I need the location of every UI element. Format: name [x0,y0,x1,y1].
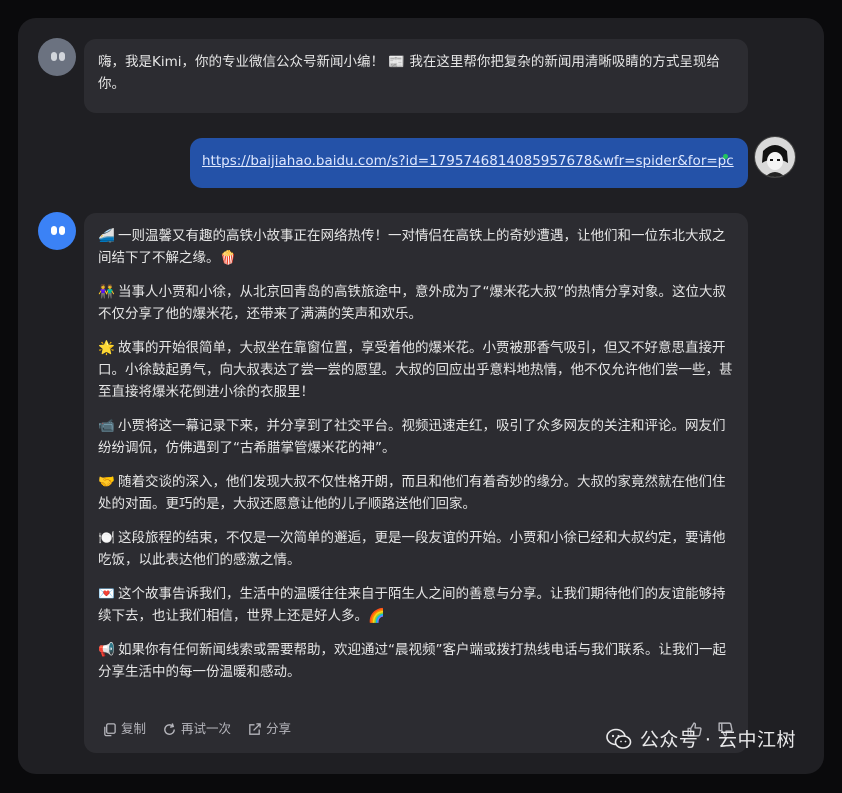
newspaper-icon: 📰 [388,54,406,70]
status-dot [723,154,728,159]
reply-paragraph: 🍽️ 这段旅程的结束，不仅是一次简单的邂逅，更是一段友谊的开始。小贾和小徐已经和大… [98,527,734,571]
reply-paragraph-text: 这个故事告诉我们，生活中的温暖往往来自于陌生人之间的善意与分享。让我们期待他们的… [98,586,726,624]
handshake-icon: 🤝 [98,474,115,490]
reply-paragraph: 💌 这个故事告诉我们，生活中的温暖往往来自于陌生人之间的善意与分享。让我们期待他们… [98,583,734,627]
share-button[interactable]: 分享 [247,718,291,740]
love-letter-icon: 💌 [98,586,115,602]
reply-paragraph-text: 如果你有任何新闻线索或需要帮助，欢迎通过“晨视频”客户端或拨打热线电话与我们联系… [98,642,726,680]
train-icon: 🚄 [98,228,115,244]
reply-paragraph-text: 当事人小贾和小徐，从北京回青岛的高铁旅途中，意外成为了“爆米花大叔”的热情分享对… [98,284,726,322]
reply-paragraph: 🚄 一则温馨又有趣的高铁小故事正在网络热传！一对情侣在高铁上的奇妙遭遇，让他们和一… [98,225,734,269]
video-camera-icon: 📹 [98,418,115,434]
reply-message: 🚄 一则温馨又有趣的高铁小故事正在网络热传！一对情侣在高铁上的奇妙遭遇，让他们和一… [84,213,748,753]
user-message-link[interactable]: https://baijiahao.baidu.com/s?id=1795746… [202,153,734,169]
user-avatar [754,136,796,178]
reply-paragraph: 📹 小贾将这一幕记录下来，并分享到了社交平台。视频迅速走红，吸引了众多网友的关注和… [98,415,734,459]
copy-button[interactable]: 复制 [102,718,146,740]
reply-paragraph: 🌟 故事的开始很简单，大叔坐在靠窗位置，享受着他的爆米花。小贾被那香气吸引，但又不… [98,337,734,403]
user-avatar-image [755,137,795,177]
megaphone-icon: 📢 [98,642,115,658]
retry-label: 再试一次 [181,721,232,736]
reply-paragraph: 📢 如果你有任何新闻线索或需要帮助，欢迎通过“晨视频”客户端或拨打热线电话与我们联… [98,639,734,683]
reply-paragraph-text: 一则温馨又有趣的高铁小故事正在网络热传！一对情侣在高铁上的奇妙遭遇，让他们和一位… [98,228,726,266]
refresh-icon [164,722,175,735]
wechat-icon [606,728,632,749]
kimi-avatar [38,38,76,76]
chat-window: 嗨，我是Kimi，你的专业微信公众号新闻小编！ 📰 我在这里帮你把复杂的新闻用清… [18,18,824,774]
kimi-avatar-active [38,212,76,250]
share-icon [249,722,261,735]
watermark-text: 公众号 · 云中江树 [639,729,796,751]
plate-icon: 🍽️ [98,530,115,546]
reply-paragraph-text: 随着交谈的深入，他们发现大叔不仅性格开朗，而且和他们有着奇妙的缘分。大叔的家竟然… [98,474,726,512]
star-icon: 🌟 [98,340,115,356]
reply-paragraph-text: 故事的开始很简单，大叔坐在靠窗位置，享受着他的爆米花。小贾被那香气吸引，但又不好… [98,340,733,400]
reply-paragraph: 🤝 随着交谈的深入，他们发现大叔不仅性格开朗，而且和他们有着奇妙的缘分。大叔的家竟… [98,471,734,515]
reply-paragraph: 👫 当事人小贾和小徐，从北京回青岛的高铁旅途中，意外成为了“爆米花大叔”的热情分享… [98,281,734,325]
copy-label: 复制 [121,721,147,736]
greeting-message: 嗨，我是Kimi，你的专业微信公众号新闻小编！ 📰 我在这里帮你把复杂的新闻用清… [84,39,748,113]
couple-icon: 👫 [98,284,115,300]
user-message: https://baijiahao.baidu.com/s?id=1795746… [190,138,748,188]
retry-button[interactable]: 再试一次 [162,718,231,740]
share-label: 分享 [266,721,292,736]
reply-paragraph-text: 这段旅程的结束，不仅是一次简单的邂逅，更是一段友谊的开始。小贾和小徐已经和大叔约… [98,530,726,568]
copy-icon [104,722,116,736]
watermark: 公众号 · 云中江树 [606,725,796,752]
reply-paragraph-text: 小贾将这一幕记录下来，并分享到了社交平台。视频迅速走红，吸引了众多网友的关注和评… [98,418,726,456]
greeting-text-before: 嗨，我是Kimi，你的专业微信公众号新闻小编！ [98,54,385,70]
